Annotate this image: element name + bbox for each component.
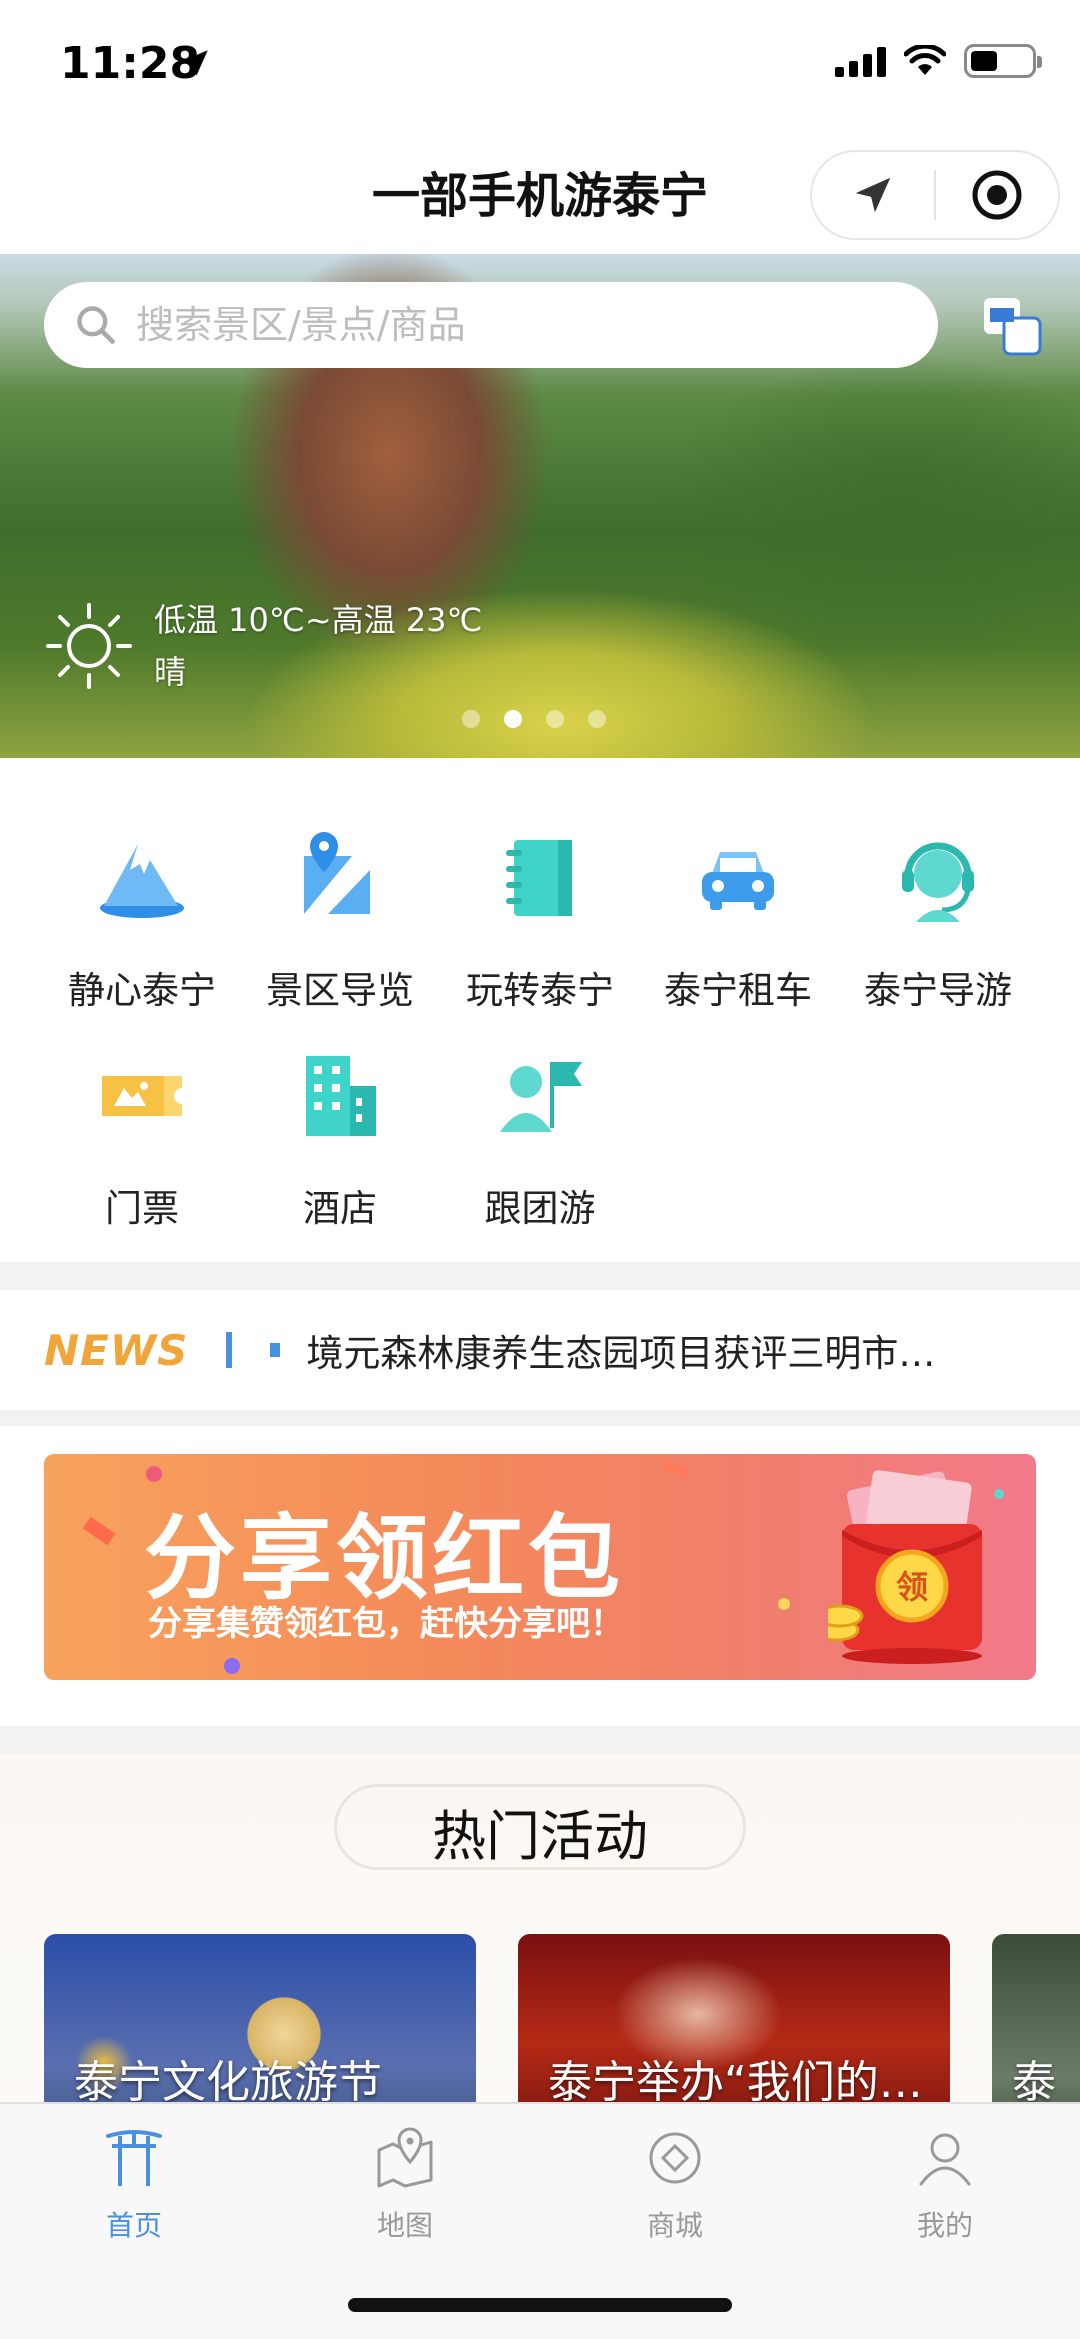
home-indicator <box>348 2298 732 2312</box>
signal-icon <box>835 45 886 77</box>
record-icon <box>972 170 1022 220</box>
feature-label: 静心泰宁 <box>68 969 216 1012</box>
feature-jingxin[interactable]: 静心泰宁 <box>42 830 242 1014</box>
location-arrow-icon <box>182 50 208 76</box>
weather-widget: 低温 10℃~高温 23℃ 晴 <box>44 594 482 698</box>
sun-icon <box>46 603 132 689</box>
news-bullet <box>270 1343 281 1357</box>
feature-label: 门票 <box>105 1187 179 1230</box>
feature-label: 景区导览 <box>266 969 414 1012</box>
feature-play[interactable]: 玩转泰宁 <box>440 830 640 1014</box>
app-header: 一部手机游泰宁 <box>0 130 1080 254</box>
feature-tickets[interactable]: 门票 <box>42 1048 242 1232</box>
carousel-dot[interactable] <box>462 710 480 728</box>
map-pin-icon <box>377 2127 433 2188</box>
tab-me[interactable]: 我的 <box>855 2126 1035 2244</box>
red-envelope-icon: 领 <box>828 1470 982 1664</box>
car-icon <box>702 852 774 910</box>
activity-card-label: 泰 <box>1012 2057 1056 2108</box>
tab-label: 我的 <box>916 2209 973 2242</box>
notebook-icon <box>506 840 572 916</box>
feature-label: 泰宁导游 <box>864 969 1012 1012</box>
shop-icon <box>649 2132 701 2184</box>
hotel-icon <box>306 1056 376 1136</box>
carousel-dot[interactable] <box>588 710 606 728</box>
feature-tour-guide[interactable]: 泰宁导游 <box>838 830 1038 1014</box>
search-input[interactable] <box>136 303 896 347</box>
navigate-icon <box>855 177 891 213</box>
feature-group-tour[interactable]: 跟团游 <box>440 1048 640 1232</box>
news-headline[interactable]: 境元森林康养生态园项目获评三明市… <box>306 1323 1006 1377</box>
record-button[interactable] <box>936 152 1058 238</box>
feature-label: 跟团游 <box>484 1187 596 1230</box>
hot-activities-title: 热门活动 <box>432 1805 648 1868</box>
tab-shop[interactable]: 商城 <box>585 2126 765 2244</box>
status-icons <box>835 44 1042 78</box>
navigate-button[interactable] <box>812 152 934 238</box>
battery-icon <box>964 44 1042 78</box>
wifi-icon <box>904 45 946 75</box>
news-divider <box>226 1332 233 1368</box>
activity-card-label: 泰宁文化旅游节 <box>74 2057 382 2108</box>
feature-label: 玩转泰宁 <box>466 969 614 1012</box>
promo-banner[interactable]: 分享领红包 分享集赞领红包，赶快分享吧！ 领 <box>44 1454 1036 1680</box>
promo-section: 分享领红包 分享集赞领红包，赶快分享吧！ 领 <box>0 1426 1080 1726</box>
status-bar: 11:28 <box>0 0 1080 130</box>
mountain-icon <box>100 844 184 918</box>
tab-map[interactable]: 地图 <box>315 2126 495 2244</box>
search-icon <box>77 306 115 344</box>
tab-label: 首页 <box>105 2209 162 2242</box>
carousel-dot[interactable] <box>546 710 564 728</box>
headset-guide-icon <box>902 842 974 922</box>
group-tour-icon <box>500 1062 582 1132</box>
tab-label: 地图 <box>376 2209 433 2242</box>
translate-icon[interactable] <box>980 294 1044 358</box>
weather-temp: 低温 10℃~高温 23℃ <box>154 601 483 639</box>
tab-label: 商城 <box>646 2209 703 2242</box>
home-gate-icon <box>106 2130 162 2186</box>
carousel-dot-active[interactable] <box>504 710 522 728</box>
feature-grid: 静心泰宁 景区导览 玩转泰宁 泰宁租车 泰宁导游 门票 酒店 跟团游 <box>0 758 1080 1262</box>
ticket-icon <box>102 1076 182 1116</box>
user-icon <box>919 2133 971 2186</box>
weather-text: 低温 10℃~高温 23℃ 晴 <box>154 594 482 698</box>
feature-car-rental[interactable]: 泰宁租车 <box>638 830 838 1014</box>
map-guide-icon <box>304 832 370 914</box>
feature-hotel[interactable]: 酒店 <box>240 1048 440 1232</box>
carousel-dots <box>462 710 606 728</box>
search-bar[interactable] <box>44 282 938 368</box>
mini-program-capsule <box>810 150 1060 240</box>
news-ticker[interactable]: NEWS 境元森林康养生态园项目获评三明市… <box>0 1290 1080 1410</box>
feature-label: 酒店 <box>303 1187 377 1230</box>
envelope-text: 领 <box>896 1568 928 1606</box>
promo-subtitle: 分享集赞领红包，赶快分享吧！ <box>148 1604 624 1644</box>
tab-home[interactable]: 首页 <box>44 2126 224 2244</box>
news-logo: NEWS <box>44 1325 189 1375</box>
weather-condition: 晴 <box>154 653 187 691</box>
feature-guide[interactable]: 景区导览 <box>240 830 440 1014</box>
hero-banner[interactable]: 低温 10℃~高温 23℃ 晴 <box>0 254 1080 758</box>
activity-card-label: 泰宁举办“我们的… <box>548 2057 923 2108</box>
feature-label: 泰宁租车 <box>664 969 812 1012</box>
